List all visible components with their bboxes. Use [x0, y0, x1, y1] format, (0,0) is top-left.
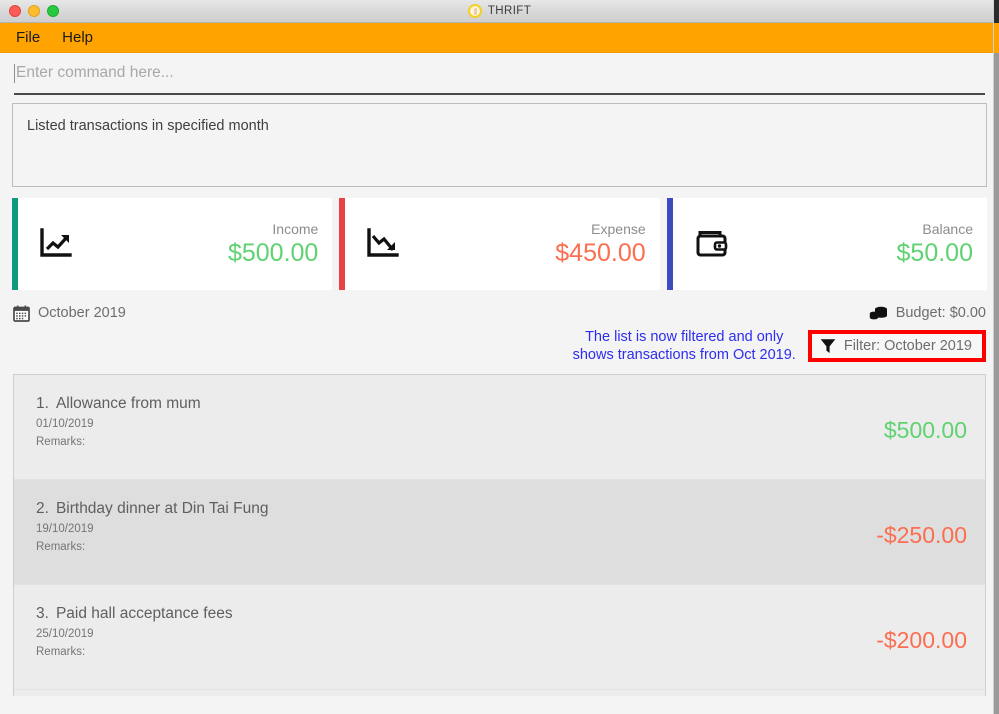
result-display-wrap: Listed transactions in specified month [0, 95, 999, 187]
title-bar: THRIFT [0, 0, 999, 23]
transaction-index: 1. [36, 395, 49, 412]
month-budget-row: October 2019 Budget: $0.00 [0, 290, 999, 324]
income-card: Income $500.00 [12, 198, 333, 290]
income-card-value: $500.00 [227, 238, 319, 267]
close-button[interactable] [9, 5, 21, 17]
transaction-date: 01/10/2019 [36, 418, 94, 430]
expense-card: Expense $450.00 [339, 198, 660, 290]
result-display: Listed transactions in specified month [12, 103, 987, 187]
transaction-remarks: Remarks: [36, 435, 86, 448]
transaction-row[interactable]: 1. Allowance from mum 01/10/2019 Remarks:… [14, 375, 985, 480]
balance-card: Balance $50.00 [666, 198, 987, 290]
edge-segment-orange [994, 23, 999, 53]
result-display-text: Listed transactions in specified month [27, 118, 269, 134]
window-right-edge [993, 0, 999, 714]
filter-annotation-line2: shows transactions from Oct 2019. [572, 347, 796, 363]
transaction-row[interactable]: 3. Paid hall acceptance fees 25/10/2019 R… [14, 585, 985, 690]
wallet-icon [691, 223, 733, 265]
edge-segment-gray [994, 53, 999, 714]
expense-card-value: $450.00 [555, 238, 646, 267]
income-card-label: Income [272, 221, 319, 238]
coins-icon [869, 305, 889, 322]
expense-card-values: Expense $450.00 [555, 222, 645, 266]
filter-indicator[interactable]: Filter: October 2019 [807, 330, 986, 362]
transaction-title-line: 1. Allowance from mum [36, 395, 201, 413]
transaction-details: 1. Allowance from mum 01/10/2019 Remarks: [36, 395, 201, 452]
filter-label: Filter: October 2019 [843, 338, 972, 354]
transaction-date: 19/10/2019 [36, 523, 94, 535]
balance-card-values: Balance $50.00 [897, 222, 973, 266]
menu-item-file[interactable]: File [16, 29, 40, 46]
app-window: THRIFT File Help Enter command here... L… [0, 0, 999, 714]
expense-card-label: Expense [591, 221, 646, 238]
income-card-accent [12, 198, 18, 290]
transaction-date: 25/10/2019 [36, 628, 94, 640]
text-caret [14, 63, 15, 83]
menu-bar: File Help [0, 23, 999, 53]
edge-segment-dark [994, 0, 999, 23]
budget-indicator: Budget: $0.00 [869, 305, 986, 322]
transaction-row[interactable]: 2. Birthday dinner at Din Tai Fung 19/10/… [14, 480, 985, 585]
balance-card-accent [666, 198, 673, 290]
balance-card-value: $50.00 [896, 238, 973, 267]
expense-card-accent [339, 198, 346, 290]
summary-cards: Income $500.00 Expense $450.00 Balance $… [0, 187, 999, 290]
transaction-details: 2. Birthday dinner at Din Tai Fung 19/10/… [36, 500, 268, 557]
filter-annotation: The list is now filtered and only shows … [573, 328, 796, 364]
transaction-amount: $500.00 [883, 417, 967, 443]
filter-row: The list is now filtered and only shows … [0, 324, 999, 368]
menu-item-help[interactable]: Help [62, 29, 93, 46]
calendar-icon [13, 305, 30, 322]
budget-label: Budget: $0.00 [895, 305, 986, 321]
maximize-button[interactable] [47, 5, 59, 17]
transaction-title: Paid hall acceptance fees [55, 605, 233, 622]
filter-annotation-line1: The list is now filtered and only [585, 328, 784, 345]
income-card-values: Income $500.00 [228, 222, 318, 266]
window-controls [0, 5, 59, 17]
window-title: THRIFT [487, 5, 532, 17]
month-indicator: October 2019 [13, 305, 126, 322]
title-bar-center: THRIFT [0, 0, 999, 22]
command-input-placeholder: Enter command here... [16, 64, 174, 81]
minimize-button[interactable] [28, 5, 40, 17]
transaction-title-line: 3. Paid hall acceptance fees [36, 605, 233, 623]
transaction-index: 2. [36, 500, 49, 517]
chart-line-up-icon [36, 223, 78, 265]
chart-line-down-icon [363, 223, 405, 265]
month-label: October 2019 [38, 305, 126, 321]
transaction-title: Allowance from mum [55, 395, 201, 412]
transaction-list[interactable]: 1. Allowance from mum 01/10/2019 Remarks:… [13, 374, 986, 696]
command-input[interactable]: Enter command here... [14, 54, 985, 95]
funnel-icon [820, 338, 836, 354]
transaction-details: 3. Paid hall acceptance fees 25/10/2019 R… [36, 605, 233, 662]
transaction-amount: -$200.00 [876, 627, 967, 653]
transaction-remarks: Remarks: [36, 645, 86, 658]
transaction-title: Birthday dinner at Din Tai Fung [55, 500, 269, 517]
transaction-remarks: Remarks: [36, 540, 86, 553]
balance-card-label: Balance [922, 221, 973, 238]
transaction-amount: -$250.00 [876, 522, 967, 548]
transaction-index: 3. [36, 605, 49, 622]
thrift-logo-icon [467, 4, 482, 18]
command-bar: Enter command here... [0, 53, 999, 95]
transaction-title-line: 2. Birthday dinner at Din Tai Fung [36, 500, 268, 518]
